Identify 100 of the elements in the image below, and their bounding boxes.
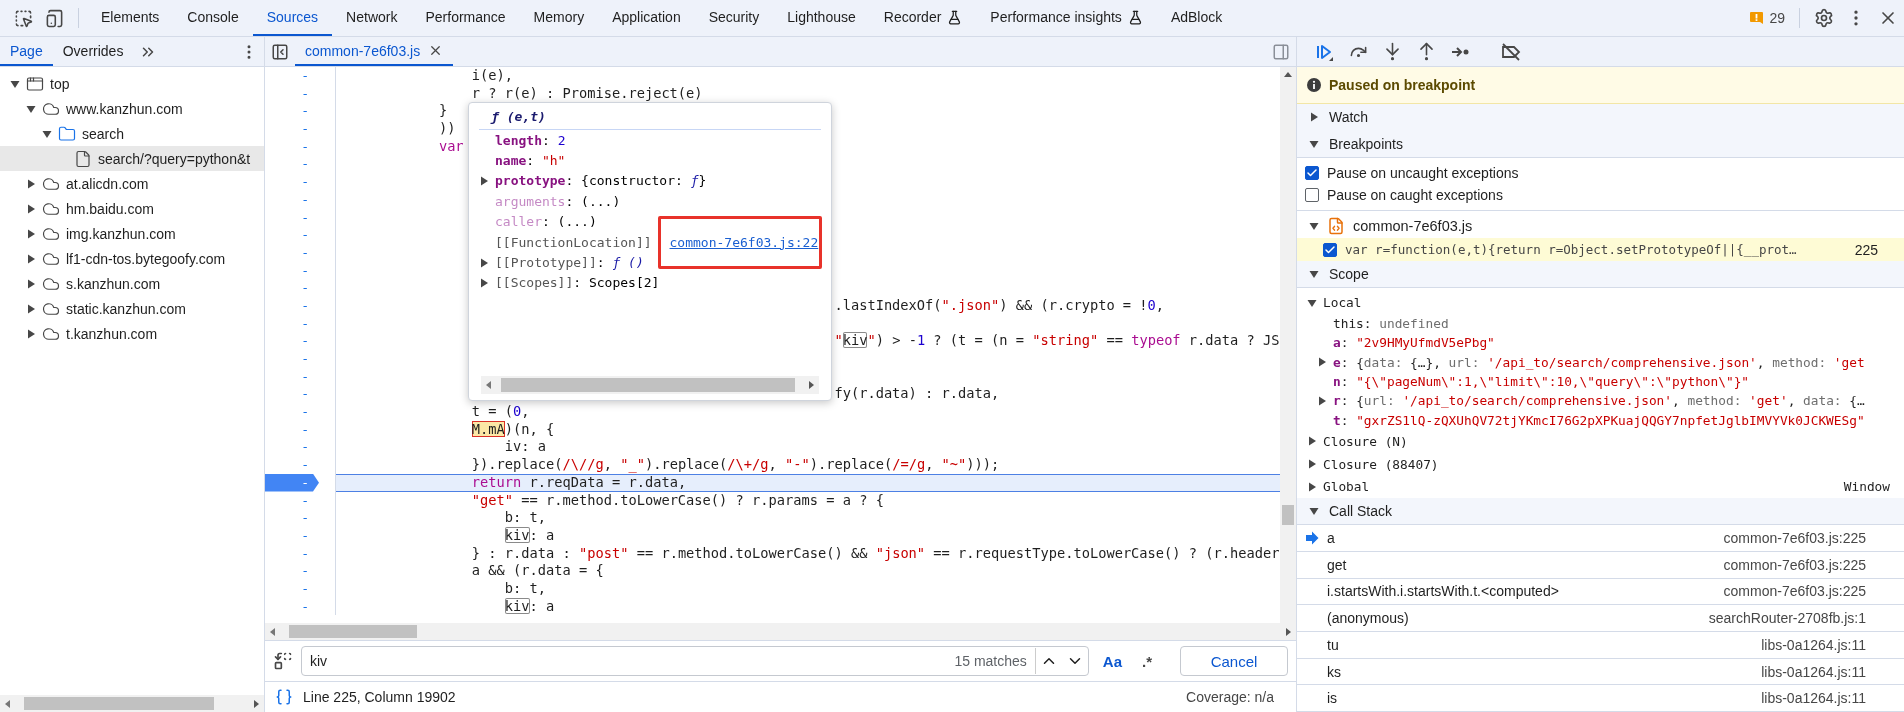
- call-frame[interactable]: (anonymous) searchRouter-2708fb.js:1: [1297, 605, 1904, 632]
- scroll-right-arrow-icon[interactable]: [807, 380, 815, 390]
- checkbox[interactable]: [1305, 187, 1319, 202]
- call-frame[interactable]: ks libs-0a1264.js:11: [1297, 658, 1904, 686]
- tree-item[interactable]: search/?query=python&t: [0, 146, 264, 171]
- disclosure-triangle-icon[interactable]: [1309, 269, 1319, 280]
- line-marker[interactable]: -: [265, 385, 335, 404]
- tree-item[interactable]: static.kanzhun.com: [0, 296, 264, 321]
- line-marker[interactable]: -: [265, 420, 335, 439]
- line-marker[interactable]: -: [265, 403, 335, 421]
- navigator-tab[interactable]: Overrides: [52, 37, 134, 66]
- tree-item[interactable]: top: [0, 71, 264, 96]
- disclosure-triangle-icon[interactable]: [26, 328, 36, 339]
- line-marker[interactable]: -: [265, 562, 335, 580]
- file-tab[interactable]: common-7e6f03.js: [295, 37, 454, 66]
- call-frame[interactable]: i.startsWith.i.startsWith.t.<computed> common-7e6f03.js:225: [1297, 578, 1904, 606]
- line-marker[interactable]: -: [265, 137, 335, 156]
- line-marker[interactable]: -: [265, 226, 335, 244]
- line-marker[interactable]: -: [265, 456, 335, 474]
- panel-tab[interactable]: Console: [173, 0, 253, 36]
- search-input[interactable]: kiv: [302, 653, 947, 669]
- call-frame[interactable]: is libs-0a1264.js:11: [1297, 685, 1904, 712]
- search-option-toggle[interactable]: Aa: [1096, 652, 1128, 670]
- line-marker[interactable]: -: [265, 243, 335, 262]
- scroll-right-arrow-icon[interactable]: [1284, 626, 1292, 637]
- issues-button[interactable]: 29: [1744, 0, 1791, 36]
- disclosure-triangle-icon[interactable]: [26, 278, 36, 289]
- line-marker[interactable]: -: [265, 438, 335, 457]
- section-header[interactable]: Watch: [1297, 104, 1904, 131]
- scrollbar-thumb[interactable]: [24, 697, 214, 710]
- disclosure-triangle-icon[interactable]: [26, 228, 36, 239]
- scroll-right-arrow-icon[interactable]: [252, 698, 260, 709]
- disclosure-triangle-icon[interactable]: [1309, 506, 1319, 517]
- panel-tab[interactable]: Security: [694, 0, 774, 36]
- horizontal-scrollbar[interactable]: [0, 695, 264, 712]
- line-marker[interactable]: -: [265, 296, 335, 315]
- panel-tab[interactable]: Lighthouse: [773, 0, 870, 36]
- checkbox[interactable]: [1305, 165, 1319, 180]
- disclosure-triangle-icon[interactable]: [1307, 436, 1317, 447]
- disclosure-triangle-icon[interactable]: [10, 78, 20, 89]
- disclosure-triangle-icon[interactable]: [1317, 395, 1327, 406]
- horizontal-scrollbar[interactable]: [265, 623, 1296, 640]
- line-marker[interactable]: -: [265, 120, 335, 138]
- panel-tab[interactable]: AdBlock: [1156, 0, 1237, 36]
- call-frame[interactable]: a common-7e6f03.js:225: [1297, 525, 1904, 552]
- disclosure-triangle-icon[interactable]: [1309, 112, 1319, 122]
- line-marker[interactable]: -: [265, 491, 335, 510]
- line-marker[interactable]: -: [265, 67, 335, 85]
- scroll-left-arrow-icon[interactable]: [269, 626, 277, 637]
- call-frame[interactable]: get common-7e6f03.js:225: [1297, 551, 1904, 579]
- replace-icon[interactable]: [273, 651, 293, 671]
- tree-item[interactable]: img.kanzhun.com: [0, 221, 264, 246]
- line-marker[interactable]: -: [265, 190, 335, 209]
- tree-item[interactable]: search: [0, 121, 264, 146]
- disclosure-triangle-icon[interactable]: [42, 128, 52, 139]
- tree-item[interactable]: lf1-cdn-tos.bytegoofy.com: [0, 246, 264, 271]
- scrollbar-thumb[interactable]: [289, 625, 417, 638]
- search-option-toggle[interactable]: .*: [1136, 652, 1158, 670]
- tree-item[interactable]: www.kanzhun.com: [0, 96, 264, 121]
- line-marker[interactable]: -: [265, 350, 335, 368]
- scroll-left-arrow-icon[interactable]: [4, 698, 12, 709]
- disclosure-triangle-icon[interactable]: [1307, 298, 1317, 308]
- disclosure-triangle-icon[interactable]: [1317, 357, 1327, 368]
- line-marker[interactable]: -: [265, 208, 335, 227]
- disclosure-triangle-icon[interactable]: [26, 253, 36, 264]
- vertical-scrollbar[interactable]: [1280, 67, 1296, 623]
- line-marker[interactable]: -: [265, 261, 335, 280]
- panel-tab[interactable]: Recorder: [869, 0, 977, 36]
- scrollbar-thumb[interactable]: [1282, 505, 1294, 525]
- section-header[interactable]: Call Stack: [1297, 498, 1904, 526]
- line-marker[interactable]: -: [265, 84, 335, 103]
- line-marker[interactable]: -: [265, 544, 335, 563]
- line-marker[interactable]: -: [265, 526, 335, 545]
- scrollbar-thumb[interactable]: [501, 378, 795, 392]
- tree-item[interactable]: hm.baidu.com: [0, 196, 264, 221]
- checkbox[interactable]: [1323, 242, 1337, 257]
- disclosure-triangle-icon[interactable]: [26, 103, 36, 114]
- navigator-tab[interactable]: Page: [0, 37, 53, 66]
- tree-item[interactable]: t.kanzhun.com: [0, 321, 264, 346]
- disclosure-triangle-icon[interactable]: [26, 303, 36, 314]
- source-link[interactable]: common-7e6f03.js:22: [669, 234, 819, 250]
- tree-item[interactable]: s.kanzhun.com: [0, 271, 264, 296]
- panel-tab[interactable]: Network: [332, 0, 412, 36]
- disclosure-triangle-icon[interactable]: [1307, 459, 1317, 470]
- disclosure-triangle-icon[interactable]: [26, 203, 36, 214]
- tree-item[interactable]: at.alicdn.com: [0, 171, 264, 196]
- call-frame[interactable]: tu libs-0a1264.js:11: [1297, 632, 1904, 659]
- scroll-left-arrow-icon[interactable]: [485, 380, 493, 390]
- line-marker[interactable]: -: [265, 279, 335, 297]
- disclosure-triangle-icon[interactable]: [1307, 481, 1317, 492]
- breakpoint-row[interactable]: var r=function(e,t){return r=Object.setPrototypeOf||{__prot… 225: [1297, 238, 1904, 262]
- section-header[interactable]: Breakpoints: [1297, 131, 1904, 158]
- disclosure-triangle-icon[interactable]: [1309, 221, 1319, 232]
- panel-tab[interactable]: Performance insights: [976, 0, 1157, 36]
- section-header[interactable]: Scope: [1297, 261, 1904, 289]
- line-marker[interactable]: -: [265, 367, 335, 386]
- panel-tab[interactable]: Application: [598, 0, 695, 36]
- line-marker[interactable]: -: [265, 597, 335, 616]
- panel-tab[interactable]: Performance: [411, 0, 520, 36]
- line-marker[interactable]: -: [265, 314, 335, 333]
